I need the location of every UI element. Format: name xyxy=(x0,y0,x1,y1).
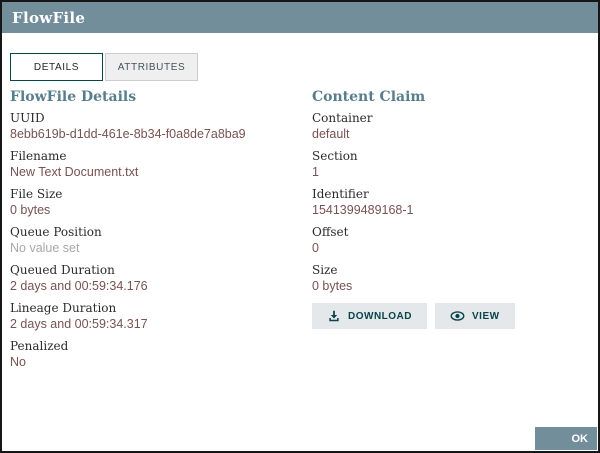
field-offset: Offset 0 xyxy=(312,225,590,255)
field-value: No value set xyxy=(10,241,80,255)
field-label: Penalized xyxy=(10,339,69,353)
field-label: Identifier xyxy=(312,187,369,201)
field-value: New Text Document.txt xyxy=(10,165,139,179)
field-value: 1541399489168-1 xyxy=(312,203,414,217)
field-value: 2 days and 00:59:34.317 xyxy=(10,317,148,331)
download-icon xyxy=(327,309,341,323)
dialog-title: FlowFile xyxy=(12,8,86,27)
tab-details[interactable]: DETAILS xyxy=(10,53,103,81)
field-label: Container xyxy=(312,111,373,125)
field-value: 1 xyxy=(312,165,319,179)
field-value: 0 bytes xyxy=(10,203,51,217)
dialog-header: FlowFile xyxy=(2,2,598,33)
field-filename: Filename New Text Document.txt xyxy=(10,149,312,179)
field-label: Offset xyxy=(312,225,349,239)
download-button[interactable]: DOWNLOAD xyxy=(312,303,427,329)
flowfile-dialog: FlowFile DETAILS ATTRIBUTES FlowFile Det… xyxy=(0,0,600,453)
ok-button[interactable]: OK xyxy=(535,427,597,450)
tab-attributes[interactable]: ATTRIBUTES xyxy=(105,53,198,81)
field-identifier: Identifier 1541399489168-1 xyxy=(312,187,590,217)
field-penalized: Penalized No xyxy=(10,339,312,369)
field-value: 0 bytes xyxy=(312,279,353,293)
flowfile-details-section: FlowFile Details UUID 8ebb619b-d1dd-461e… xyxy=(10,89,312,377)
field-size: Size 0 bytes xyxy=(312,263,590,293)
field-uuid: UUID 8ebb619b-d1dd-461e-8b34-f0a8de7a8ba… xyxy=(10,111,312,141)
field-value: 0 xyxy=(312,241,319,255)
content-actions: DOWNLOAD VIEW xyxy=(312,303,590,329)
field-label: Queued Duration xyxy=(10,263,115,277)
view-button-label: VIEW xyxy=(472,310,500,322)
field-value: 8ebb619b-d1dd-461e-8b34-f0a8de7a8ba9 xyxy=(10,127,246,141)
field-label: Filename xyxy=(10,149,67,163)
field-label: File Size xyxy=(10,187,63,201)
content-claim-heading: Content Claim xyxy=(312,89,426,105)
field-value: default xyxy=(312,127,350,141)
dialog-content: FlowFile Details UUID 8ebb619b-d1dd-461e… xyxy=(2,81,598,377)
flowfile-details-heading: FlowFile Details xyxy=(10,89,137,105)
field-file-size: File Size 0 bytes xyxy=(10,187,312,217)
field-label: Size xyxy=(312,263,338,277)
field-label: Queue Position xyxy=(10,225,102,239)
field-value: No xyxy=(10,355,26,369)
field-queue-position: Queue Position No value set xyxy=(10,225,312,255)
field-container: Container default xyxy=(312,111,590,141)
eye-icon xyxy=(450,310,465,322)
field-lineage-duration: Lineage Duration 2 days and 00:59:34.317 xyxy=(10,301,312,331)
tab-bar: DETAILS ATTRIBUTES xyxy=(10,53,598,81)
download-button-label: DOWNLOAD xyxy=(348,310,412,322)
field-label: Lineage Duration xyxy=(10,301,117,315)
view-button[interactable]: VIEW xyxy=(435,303,515,329)
field-label: UUID xyxy=(10,111,45,125)
field-queued-duration: Queued Duration 2 days and 00:59:34.176 xyxy=(10,263,312,293)
field-value: 2 days and 00:59:34.176 xyxy=(10,279,148,293)
content-claim-section: Content Claim Container default Section … xyxy=(312,89,590,377)
field-label: Section xyxy=(312,149,358,163)
field-section: Section 1 xyxy=(312,149,590,179)
